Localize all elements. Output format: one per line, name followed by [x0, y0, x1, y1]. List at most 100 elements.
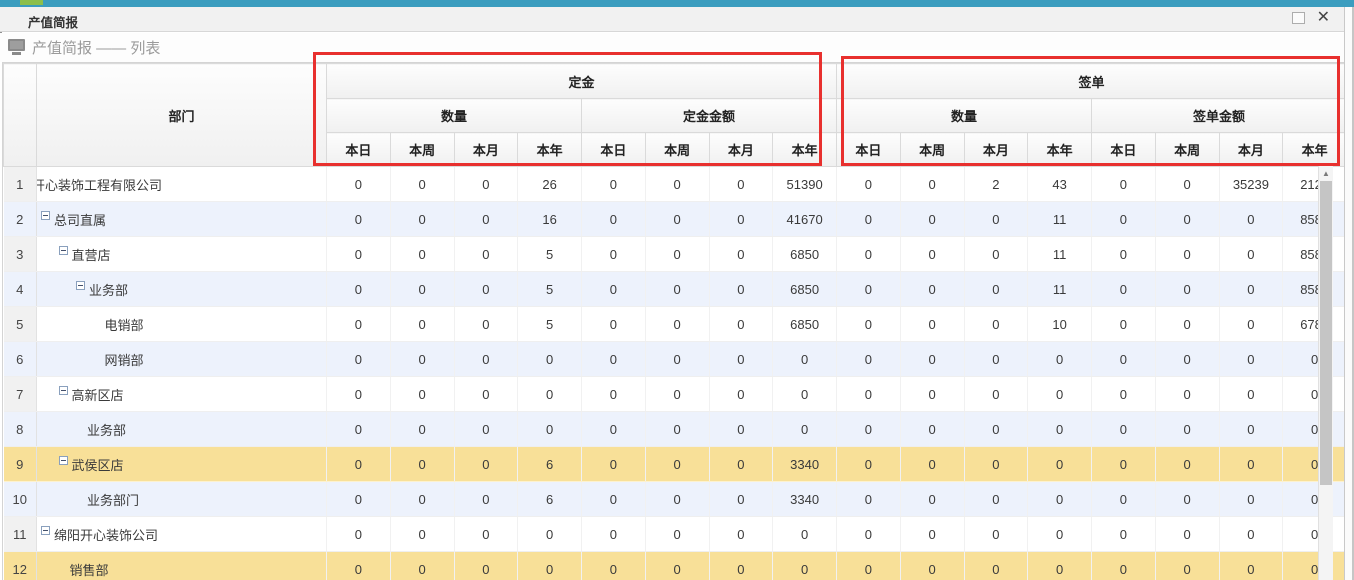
value-cell: 0: [1219, 342, 1283, 377]
department-name: 网销部: [105, 350, 144, 369]
value-cell: 0: [900, 552, 964, 580]
value-cell: 0: [1155, 482, 1219, 517]
department-name: 销售部: [70, 560, 109, 579]
table-row[interactable]: 7高新区店0000000000000000: [4, 377, 1345, 412]
value-cell: 2: [964, 167, 1028, 202]
value-cell: 0: [327, 517, 391, 552]
period-header[interactable]: 本周: [1155, 133, 1219, 167]
period-header[interactable]: 本月: [964, 133, 1028, 167]
value-cell: 0: [327, 167, 391, 202]
value-cell: 0: [327, 447, 391, 482]
period-header[interactable]: 本周: [645, 133, 709, 167]
value-cell: 0: [1028, 447, 1092, 482]
value-cell: 0: [390, 377, 454, 412]
value-cell: 0: [1155, 307, 1219, 342]
value-cell: 0: [582, 447, 646, 482]
period-header[interactable]: 本年: [518, 133, 582, 167]
value-cell: 0: [454, 237, 518, 272]
period-header[interactable]: 本周: [900, 133, 964, 167]
value-cell: 0: [964, 307, 1028, 342]
period-header[interactable]: 本日: [582, 133, 646, 167]
table-row[interactable]: 2总司直属0001600041670000110008589: [4, 202, 1345, 237]
value-cell: 0: [582, 237, 646, 272]
value-cell: 0: [773, 377, 837, 412]
table-row[interactable]: 12销售部0000000000000000: [4, 552, 1345, 580]
collapse-icon[interactable]: [59, 456, 68, 465]
value-cell: 0: [1155, 272, 1219, 307]
table-row[interactable]: 6网销部0000000000000000: [4, 342, 1345, 377]
close-button[interactable]: ✕: [1317, 11, 1330, 25]
table-row[interactable]: 9武侯区店0006000334000000000: [4, 447, 1345, 482]
value-cell: 6850: [773, 237, 837, 272]
period-header[interactable]: 本日: [837, 133, 901, 167]
period-header[interactable]: 本月: [709, 133, 773, 167]
period-header[interactable]: 本月: [454, 133, 518, 167]
value-cell: 0: [837, 447, 901, 482]
period-header[interactable]: 本周: [390, 133, 454, 167]
value-cell: 41670: [773, 202, 837, 237]
collapse-icon[interactable]: [76, 281, 85, 290]
value-cell: 3340: [773, 482, 837, 517]
value-cell: 0: [709, 377, 773, 412]
value-cell: 0: [1092, 412, 1156, 447]
period-header[interactable]: 本年: [1283, 133, 1344, 167]
value-cell: 0: [900, 307, 964, 342]
value-cell: 5: [518, 307, 582, 342]
value-cell: 0: [1028, 552, 1092, 580]
value-cell: 0: [454, 342, 518, 377]
table-row[interactable]: 8业务部0000000000000000: [4, 412, 1345, 447]
value-cell: 0: [837, 412, 901, 447]
value-cell: 35239: [1219, 167, 1283, 202]
value-cell: 0: [582, 552, 646, 580]
table-row[interactable]: 5电销部00050006850000100006789: [4, 307, 1345, 342]
value-cell: 0: [390, 412, 454, 447]
collapse-icon[interactable]: [41, 526, 50, 535]
scrollbar-thumb[interactable]: [1320, 181, 1332, 485]
value-cell: 0: [582, 342, 646, 377]
background-tab: [20, 0, 43, 5]
window-right-edge: [1344, 7, 1354, 580]
value-cell: 0: [645, 237, 709, 272]
dept-column-header[interactable]: 部门: [37, 64, 327, 167]
value-cell: 0: [709, 307, 773, 342]
report-table-container: 部门 定金 签单 数量 定金金额 数量 签单金额 本日 本周 本月 本年 本日 …: [2, 62, 1344, 580]
period-header[interactable]: 本日: [1092, 133, 1156, 167]
value-cell: 0: [390, 272, 454, 307]
vertical-scrollbar[interactable]: ▲: [1318, 166, 1333, 580]
value-cell: 0: [1028, 342, 1092, 377]
period-header[interactable]: 本日: [327, 133, 391, 167]
value-cell: 0: [454, 307, 518, 342]
value-cell: 0: [327, 342, 391, 377]
department-cell: 高新区店: [37, 377, 327, 412]
subgroup-header-signed-amount: 签单金额: [1092, 99, 1344, 133]
value-cell: 0: [1092, 377, 1156, 412]
collapse-icon[interactable]: [41, 211, 50, 220]
value-cell: 0: [1155, 517, 1219, 552]
subgroup-header-deposit-amount: 定金金额: [582, 99, 837, 133]
table-row[interactable]: 11绵阳开心装饰公司0000000000000000: [4, 517, 1345, 552]
value-cell: 0: [1155, 447, 1219, 482]
value-cell: 0: [390, 167, 454, 202]
table-row[interactable]: 1开心装饰工程有限公司00026000513900024300352392122: [4, 167, 1345, 202]
department-cell: 业务部: [37, 272, 327, 307]
value-cell: 0: [964, 272, 1028, 307]
value-cell: 0: [518, 377, 582, 412]
period-header[interactable]: 本年: [1028, 133, 1092, 167]
table-row[interactable]: 3直营店00050006850000110008589: [4, 237, 1345, 272]
table-row[interactable]: 4业务部00050006850000110008589: [4, 272, 1345, 307]
value-cell: 11: [1028, 272, 1092, 307]
value-cell: 0: [1028, 517, 1092, 552]
value-cell: 0: [1219, 377, 1283, 412]
scroll-up-icon[interactable]: ▲: [1319, 166, 1333, 180]
period-header[interactable]: 本月: [1219, 133, 1283, 167]
period-header[interactable]: 本年: [773, 133, 837, 167]
value-cell: 0: [773, 342, 837, 377]
table-row[interactable]: 10业务部门0006000334000000000: [4, 482, 1345, 517]
department-cell: 绵阳开心装饰公司: [37, 517, 327, 552]
row-number: 9: [4, 447, 37, 482]
value-cell: 0: [582, 307, 646, 342]
collapse-icon[interactable]: [59, 246, 68, 255]
collapse-icon[interactable]: [59, 386, 68, 395]
maximize-button[interactable]: [1292, 12, 1305, 24]
value-cell: 0: [1092, 167, 1156, 202]
